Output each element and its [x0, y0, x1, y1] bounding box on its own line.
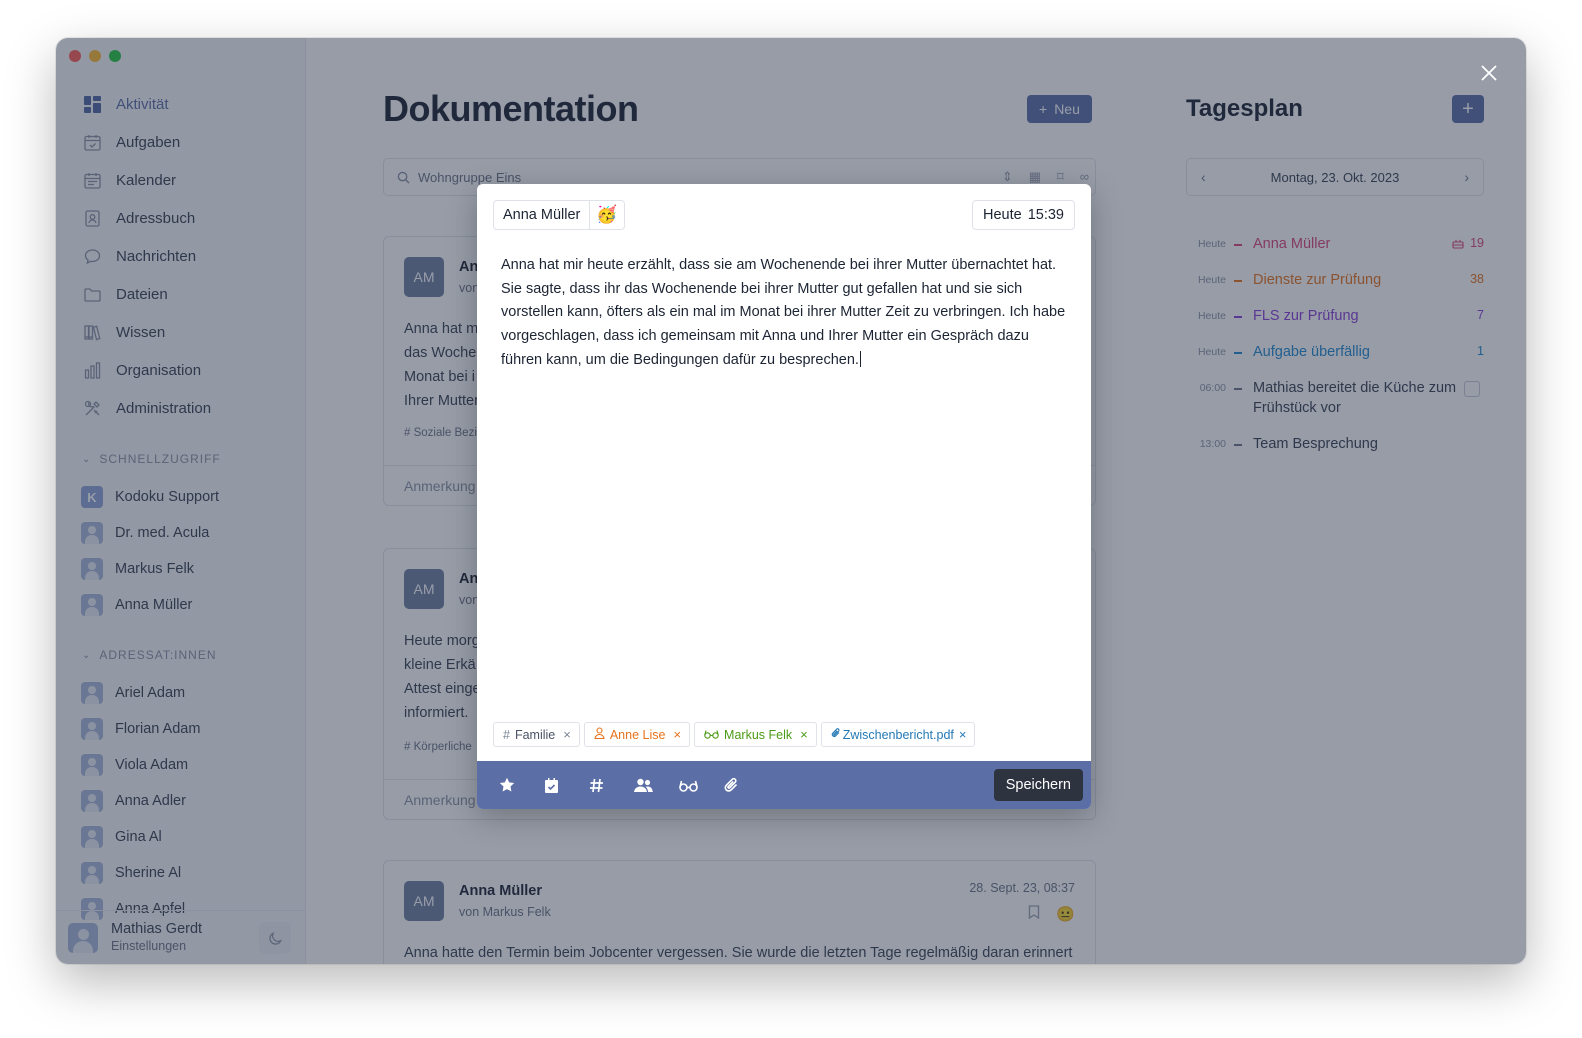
person-icon — [594, 727, 605, 742]
time-clock: 15:39 — [1027, 207, 1064, 223]
entry-text-line: führen kann, um die Bedingungen dafür zu… — [501, 351, 859, 368]
person-name: Anna Müller — [494, 201, 591, 229]
chip-label: Familie — [514, 727, 556, 742]
time-selector[interactable]: Heute 15:39 — [972, 200, 1075, 230]
entry-text-line: Anna hat mir heute erzählt, dass sie am … — [501, 257, 1057, 273]
entry-text-line: vorstellen kann, öfters als ein mal im M… — [501, 304, 1066, 321]
chip-label: Anne Lise — [609, 727, 666, 742]
remove-chip-icon[interactable]: × — [673, 727, 681, 742]
remove-chip-icon[interactable]: × — [800, 727, 808, 742]
glasses-icon — [704, 728, 719, 742]
star-icon[interactable] — [499, 761, 544, 809]
hashtag-icon: # — [503, 727, 510, 742]
entry-editor-dialog: Anna Müller 🥳 Heute 15:39 Anna hat mir h… — [477, 184, 1091, 809]
person-chip[interactable]: Anne Lise × — [583, 722, 691, 747]
editor-toolbar: Speichern — [477, 761, 1091, 809]
save-button[interactable]: Speichern — [993, 769, 1083, 801]
paperclip-icon[interactable] — [724, 761, 769, 809]
entry-text-line: vorgeschlagen, dass ich gemeinsam mit An… — [501, 328, 1029, 345]
chip-label: Markus Felk — [724, 727, 793, 742]
app-window: Aktivität Aufgaben Kalender Adressbuch N… — [56, 38, 1526, 964]
remove-chip-icon[interactable]: × — [563, 727, 571, 742]
person-selector[interactable]: Anna Müller 🥳 — [493, 200, 625, 230]
remove-chip-icon[interactable]: × — [959, 727, 967, 742]
people-icon[interactable] — [634, 761, 679, 809]
entry-textarea[interactable]: Anna hat mir heute erzählt, dass sie am … — [501, 254, 1071, 373]
hashtag-icon[interactable] — [589, 761, 634, 809]
paperclip-icon — [831, 727, 841, 742]
time-day: Heute — [983, 207, 1022, 223]
calendar-check-icon[interactable] — [544, 761, 589, 809]
observer-chip[interactable]: Markus Felk × — [694, 722, 817, 747]
close-modal-icon[interactable] — [1480, 64, 1498, 82]
glasses-icon[interactable] — [679, 761, 724, 809]
attachment-chips: # Familie × Anne Lise × Markus Felk × Zw… — [493, 722, 976, 747]
chip-label: Zwischenbericht.pdf — [842, 727, 954, 742]
tag-chip[interactable]: # Familie × — [493, 722, 580, 747]
entry-text-line: Sie sagte, dass ihr das Wochenende bei i… — [501, 280, 1023, 297]
mood-emoji-button[interactable]: 🥳 — [590, 205, 623, 225]
file-chip[interactable]: Zwischenbericht.pdf × — [820, 722, 976, 747]
text-caret — [859, 350, 861, 367]
